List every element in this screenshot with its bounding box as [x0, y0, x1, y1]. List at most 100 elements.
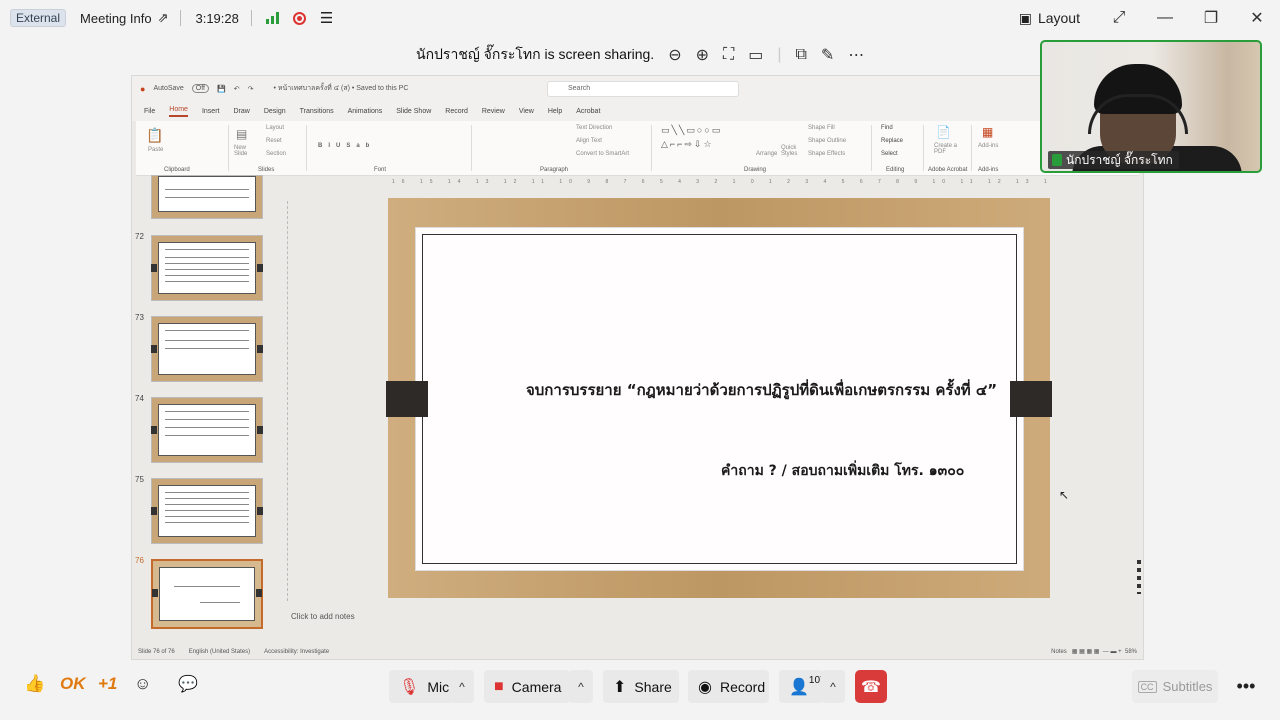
- network-signal-icon[interactable]: [265, 12, 279, 24]
- fit-screen-icon[interactable]: ⛶: [723, 46, 734, 64]
- divider: [180, 10, 182, 26]
- tab-record: Record: [445, 107, 468, 115]
- zoom-in-icon[interactable]: ⊕: [696, 45, 709, 65]
- restore-button[interactable]: ❐: [1188, 8, 1234, 28]
- select-label: Select: [881, 151, 898, 157]
- ok-reaction[interactable]: OK: [60, 674, 86, 694]
- camera-off-icon: ■: [494, 677, 504, 695]
- meeting-menu-icon[interactable]: ☰: [320, 9, 333, 27]
- meeting-bottom-bar: 👍 OK +1 ☺ 💬 🎙 Mic ^ ■ Camera ^ ⬆ Share ◉…: [0, 664, 1280, 708]
- actual-size-icon[interactable]: ▭: [748, 45, 763, 65]
- ribbon-divider: [228, 125, 229, 171]
- thumbnail-tab: [151, 507, 157, 515]
- thumbnail-tab: [256, 589, 262, 597]
- more-options-icon[interactable]: ⋯: [848, 45, 864, 65]
- thumbnail-number: 72: [135, 232, 144, 241]
- shape-effects-label: Shape Effects: [808, 151, 846, 157]
- thumbnail-tab: [257, 507, 263, 515]
- chat-icon[interactable]: 💬: [178, 674, 198, 694]
- subtitles-label: Subtitles: [1162, 679, 1213, 694]
- screen-share-banner: นักปราชญ์ จั๊กระโทก is screen sharing. ⊖…: [416, 40, 864, 70]
- ppt-logo-icon: ●: [140, 83, 146, 94]
- save-icon: 💾: [217, 85, 226, 93]
- ribbon-divider: [651, 125, 652, 171]
- more-options-icon[interactable]: •••: [1230, 670, 1262, 703]
- camera-label: Camera: [511, 678, 562, 695]
- tab-file: File: [144, 107, 156, 115]
- plus-one-reaction[interactable]: +1: [98, 674, 117, 694]
- participant-name: นักปราชญ์ จั๊กระโทก: [1066, 152, 1173, 167]
- meeting-info-label: Meeting Info: [80, 10, 152, 26]
- tab-review: Review: [481, 107, 505, 115]
- external-badge: External: [10, 9, 67, 27]
- slide-card: จบการบรรยาย “กฎหมายว่าด้วยการปฏิรูปที่ดิ…: [416, 228, 1023, 570]
- slide-thumbnail-selected: [151, 559, 263, 629]
- scrollbar-indicator: [1137, 560, 1141, 594]
- divider: [250, 10, 252, 26]
- end-call-button[interactable]: ☎: [855, 670, 887, 703]
- quick-styles-label: Quick Styles: [781, 145, 798, 157]
- elapsed-time: 3:19:28: [195, 10, 239, 26]
- close-button[interactable]: ✕: [1234, 8, 1280, 28]
- slide-left-tab: [386, 381, 428, 417]
- meeting-info-button[interactable]: Meeting Info ⇗: [80, 10, 168, 26]
- mic-options-chevron-icon[interactable]: ^: [450, 670, 474, 703]
- tab-draw: Draw: [233, 107, 250, 115]
- slide-count: Slide 76 of 76: [138, 649, 175, 655]
- subtitles-button[interactable]: CC Subtitles: [1132, 670, 1218, 703]
- participants-options-chevron-icon[interactable]: ^: [821, 670, 845, 703]
- tab-view: View: [518, 107, 534, 115]
- thumbnail-tab: [152, 589, 158, 597]
- convert-smartart-label: Convert to SmartArt: [576, 151, 630, 157]
- thumbnail-tab: [151, 264, 157, 272]
- layout-label: Layout: [266, 125, 285, 131]
- tab-animations: Animations: [347, 107, 383, 115]
- participants-button[interactable]: 👤 107: [779, 670, 826, 703]
- participant-video-tile[interactable]: นักปราชญ์ จั๊กระโทก: [1040, 40, 1262, 173]
- text-direction-label: Text Direction: [576, 125, 613, 131]
- ppt-ribbon: 📋 Paste ▤ New Slide Layout Reset Section…: [136, 121, 1139, 176]
- ribbon-divider: [971, 125, 972, 171]
- zoom-out-icon[interactable]: ⊖: [668, 45, 681, 65]
- subtitles-icon: CC: [1137, 680, 1157, 693]
- record-label: Record: [719, 678, 766, 695]
- group-clipboard: Clipboard: [164, 167, 190, 173]
- minimize-button[interactable]: —: [1142, 9, 1188, 27]
- emoji-picker-icon[interactable]: ☺: [134, 674, 151, 694]
- autosave-label: AutoSave: [153, 85, 184, 92]
- layout-button[interactable]: ▣ Layout: [1019, 10, 1080, 27]
- record-icon: ◉: [698, 678, 712, 696]
- record-button[interactable]: ◉ Record: [688, 670, 769, 703]
- participant-name-tag: นักปราชญ์ จั๊กระโทก: [1048, 151, 1179, 169]
- ppt-search-box: Search: [547, 81, 739, 97]
- thumbs-up-reaction-icon[interactable]: 👍: [24, 674, 45, 694]
- create-pdf-icon: 📄: [936, 125, 951, 139]
- tab-insert: Insert: [201, 107, 220, 115]
- layout-icon: ▣: [1018, 9, 1032, 26]
- slide-thumbnail: [151, 397, 263, 463]
- thumbnail-tab: [257, 345, 263, 353]
- annotate-pen-icon[interactable]: ✎: [821, 45, 834, 65]
- share-screen-icon: ⬆: [613, 678, 627, 696]
- slide-closing-title: จบการบรรยาย “กฎหมายว่าด้วยการปฏิรูปที่ดิ…: [526, 381, 998, 399]
- slide-thumbnails: 72 73 74 75 76: [132, 175, 277, 647]
- font-format-icons: BIUSab: [318, 143, 376, 149]
- group-font: Font: [374, 167, 387, 173]
- camera-options-chevron-icon[interactable]: ^: [569, 670, 593, 703]
- mic-button[interactable]: 🎙 Mic: [389, 670, 453, 703]
- thumbnail-number: 75: [135, 475, 144, 484]
- fullscreen-icon[interactable]: ⤢: [1096, 9, 1142, 27]
- addins-icon: ▦: [982, 125, 994, 139]
- shape-outline-label: Shape Outline: [808, 138, 847, 144]
- share-button[interactable]: ⬆ Share: [603, 670, 679, 703]
- camera-button[interactable]: ■ Camera: [484, 670, 570, 703]
- notes-toggle: Notes: [1051, 649, 1067, 655]
- participants-icon: 👤: [789, 678, 809, 696]
- recording-indicator-icon[interactable]: [292, 11, 306, 25]
- autosave-toggle: Off: [191, 84, 210, 93]
- mouse-cursor-icon: ↖: [1059, 488, 1070, 502]
- create-pdf-label: Create a PDF: [934, 143, 958, 155]
- group-paragraph: Paragraph: [540, 167, 569, 173]
- addins-label: Add-ins: [978, 143, 999, 149]
- pop-out-icon[interactable]: ⧉: [795, 46, 806, 64]
